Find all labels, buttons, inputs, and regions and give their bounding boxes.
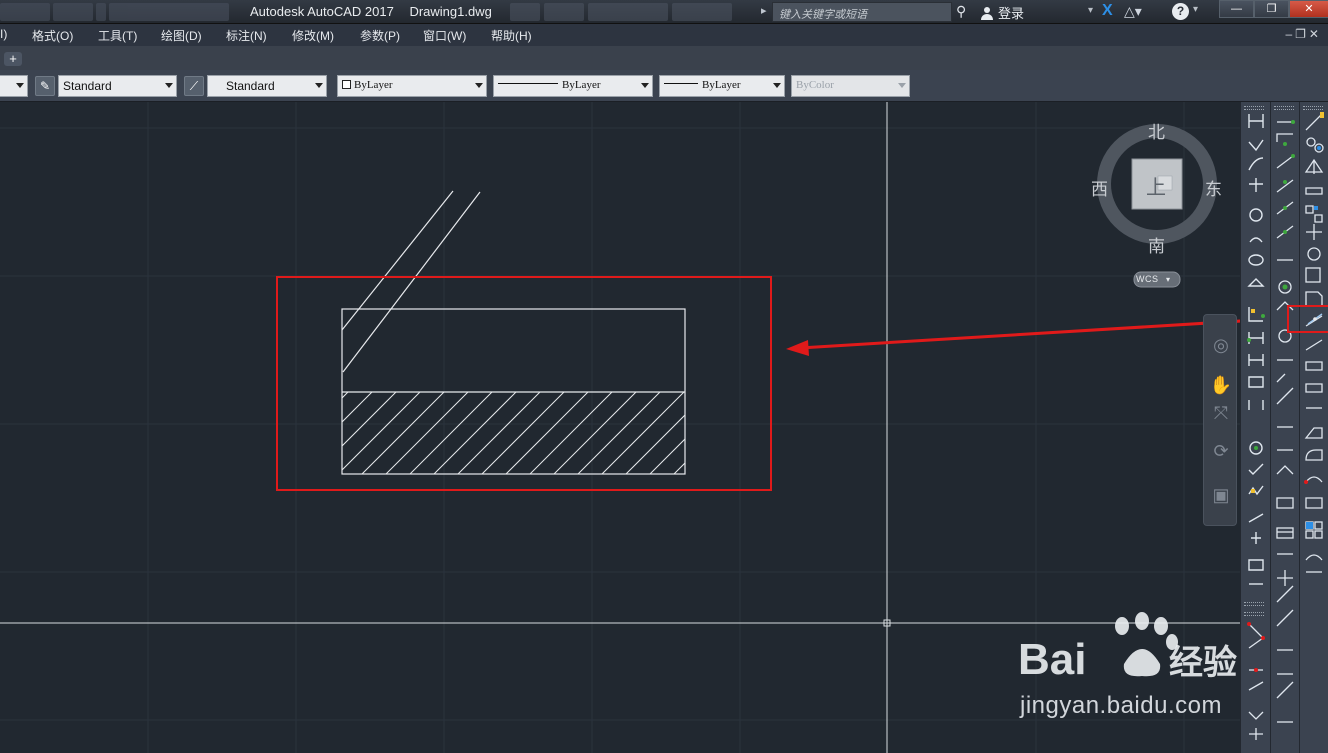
close-button[interactable]: ✕	[1289, 0, 1328, 18]
orbit-icon[interactable]: ⟳	[1209, 439, 1233, 463]
svg-text:Bai: Bai	[1018, 635, 1086, 682]
plot-style-select: ByColor	[791, 75, 910, 97]
user-icon	[981, 6, 993, 20]
text-style-value: Standard	[63, 79, 112, 93]
menu-item-insert[interactable]: I)	[0, 27, 7, 41]
color-select[interactable]: ByLayer	[337, 75, 487, 97]
object-snap-toolbar	[1270, 102, 1299, 753]
menu-item-window[interactable]: 窗口(W)	[423, 27, 466, 44]
file-name: Drawing1.dwg	[409, 4, 492, 19]
plot-style-value: ByColor	[796, 79, 834, 91]
zoom-extents-icon[interactable]: ⤧	[1209, 401, 1233, 425]
text-style-icon[interactable]: ✎	[35, 76, 55, 96]
lineweight-select[interactable]: ByLayer	[659, 75, 785, 97]
layer-combo[interactable]	[0, 75, 28, 97]
menu-bar: I) 格式(O) 工具(T) 绘图(D) 标注(N) 修改(M) 参数(P) 窗…	[0, 24, 1328, 46]
search-input[interactable]: 键入关键字或短语	[772, 2, 952, 22]
annotation-arrow	[786, 319, 1240, 356]
menu-item-dimension[interactable]: 标注(N)	[226, 27, 267, 44]
showmotion-icon[interactable]: ▣	[1209, 483, 1233, 507]
autocad-window: { "window": { "app_title": "Autodesk Aut…	[0, 0, 1328, 753]
document-window-controls[interactable]: –❐✕	[1286, 27, 1323, 41]
menu-item-parametric[interactable]: 参数(P)	[360, 27, 400, 44]
snap-tool-icons[interactable]	[1241, 612, 1271, 753]
binoculars-icon[interactable]: ⚲	[956, 3, 974, 21]
toolbar-grip[interactable]	[1303, 106, 1323, 110]
new-tab-button[interactable]: +	[4, 52, 22, 66]
ucs-label[interactable]: WCS	[1136, 274, 1159, 284]
dim-style-value: Standard	[226, 79, 275, 93]
toolbar-grip[interactable]	[1244, 106, 1264, 110]
app-title: Autodesk AutoCAD 2017	[250, 4, 394, 19]
minimize-button[interactable]: —	[1219, 0, 1254, 18]
window-controls: — ❐ ✕	[1219, 0, 1328, 18]
menu-item-modify[interactable]: 修改(M)	[292, 27, 334, 44]
taskbar-tabs-right	[510, 3, 755, 21]
sign-in-button[interactable]: 登录 ▾	[980, 3, 1093, 22]
toolbar-grip[interactable]	[1244, 602, 1264, 606]
taskbar-tabs	[0, 3, 240, 21]
steering-wheel-icon[interactable]: ◎	[1209, 333, 1233, 357]
modify-tool-icons[interactable]	[1300, 102, 1328, 753]
login-label: 登录	[998, 6, 1025, 21]
menu-item-format[interactable]: 格式(O)	[32, 27, 73, 44]
modify-toolbar	[1287, 102, 1328, 753]
chevron-down-icon[interactable]: ▾	[1088, 5, 1093, 16]
chevron-down-icon[interactable]: ▾	[1193, 4, 1198, 15]
linetype-value: ByLayer	[562, 79, 601, 91]
lineweight-value: ByLayer	[702, 79, 741, 91]
lineweight-preview	[664, 83, 698, 84]
restore-button[interactable]: ❐	[1254, 0, 1289, 18]
color-value: ByLayer	[354, 79, 393, 91]
pan-icon[interactable]: ✋	[1209, 373, 1233, 397]
dim-style-select[interactable]: Standard	[207, 75, 327, 97]
chevron-down-icon[interactable]: ▾	[1166, 275, 1170, 284]
construction-line-icon	[1307, 313, 1323, 325]
svg-text:经验: 经验	[1169, 643, 1237, 682]
watermark-url: jingyan.baidu.com	[1020, 692, 1222, 719]
text-style-select[interactable]: Standard	[58, 75, 177, 97]
viewcube-east[interactable]: 东	[1205, 175, 1222, 200]
color-swatch	[342, 80, 351, 89]
viewcube-south[interactable]: 南	[1148, 232, 1165, 257]
title-bar: Autodesk AutoCAD 2017 Drawing1.dwg ▸ 键入关…	[0, 0, 1328, 24]
toolbar-grip[interactable]	[1274, 106, 1294, 110]
window-title: Autodesk AutoCAD 2017 Drawing1.dwg	[250, 4, 504, 19]
baidu-paw-logo: Bai 经验	[1018, 612, 1237, 682]
viewcube-north[interactable]: 北	[1148, 118, 1165, 143]
linetype-select[interactable]: ByLayer	[493, 75, 653, 97]
help-icon[interactable]: ?	[1172, 3, 1189, 20]
menu-item-tools[interactable]: 工具(T)	[98, 27, 137, 44]
file-tab-bar: +	[0, 46, 1328, 70]
navigation-bar: ◎ ✋ ⤧ ⟳ ▣	[1203, 314, 1237, 526]
draw-toolbar	[1240, 102, 1270, 753]
snap-icons[interactable]	[1271, 102, 1300, 753]
dim-style-icon[interactable]: ⟋	[184, 76, 204, 96]
menu-item-draw[interactable]: 绘图(D)	[161, 27, 202, 44]
linetype-preview	[498, 83, 558, 84]
menu-item-help[interactable]: 帮助(H)	[491, 27, 532, 44]
viewcube-top-face[interactable]: 上	[1146, 171, 1166, 200]
a360-icon[interactable]: △▾	[1124, 3, 1142, 20]
construction-line-tool[interactable]	[1306, 310, 1324, 328]
styles-properties-toolbar: ✎ Standard ⟋ Standard ByLayer ByLayer By…	[0, 70, 1328, 102]
exchange-apps-icon[interactable]: X	[1102, 2, 1113, 20]
drawing-highlight-box	[276, 276, 772, 491]
viewcube-west[interactable]: 西	[1091, 175, 1108, 200]
